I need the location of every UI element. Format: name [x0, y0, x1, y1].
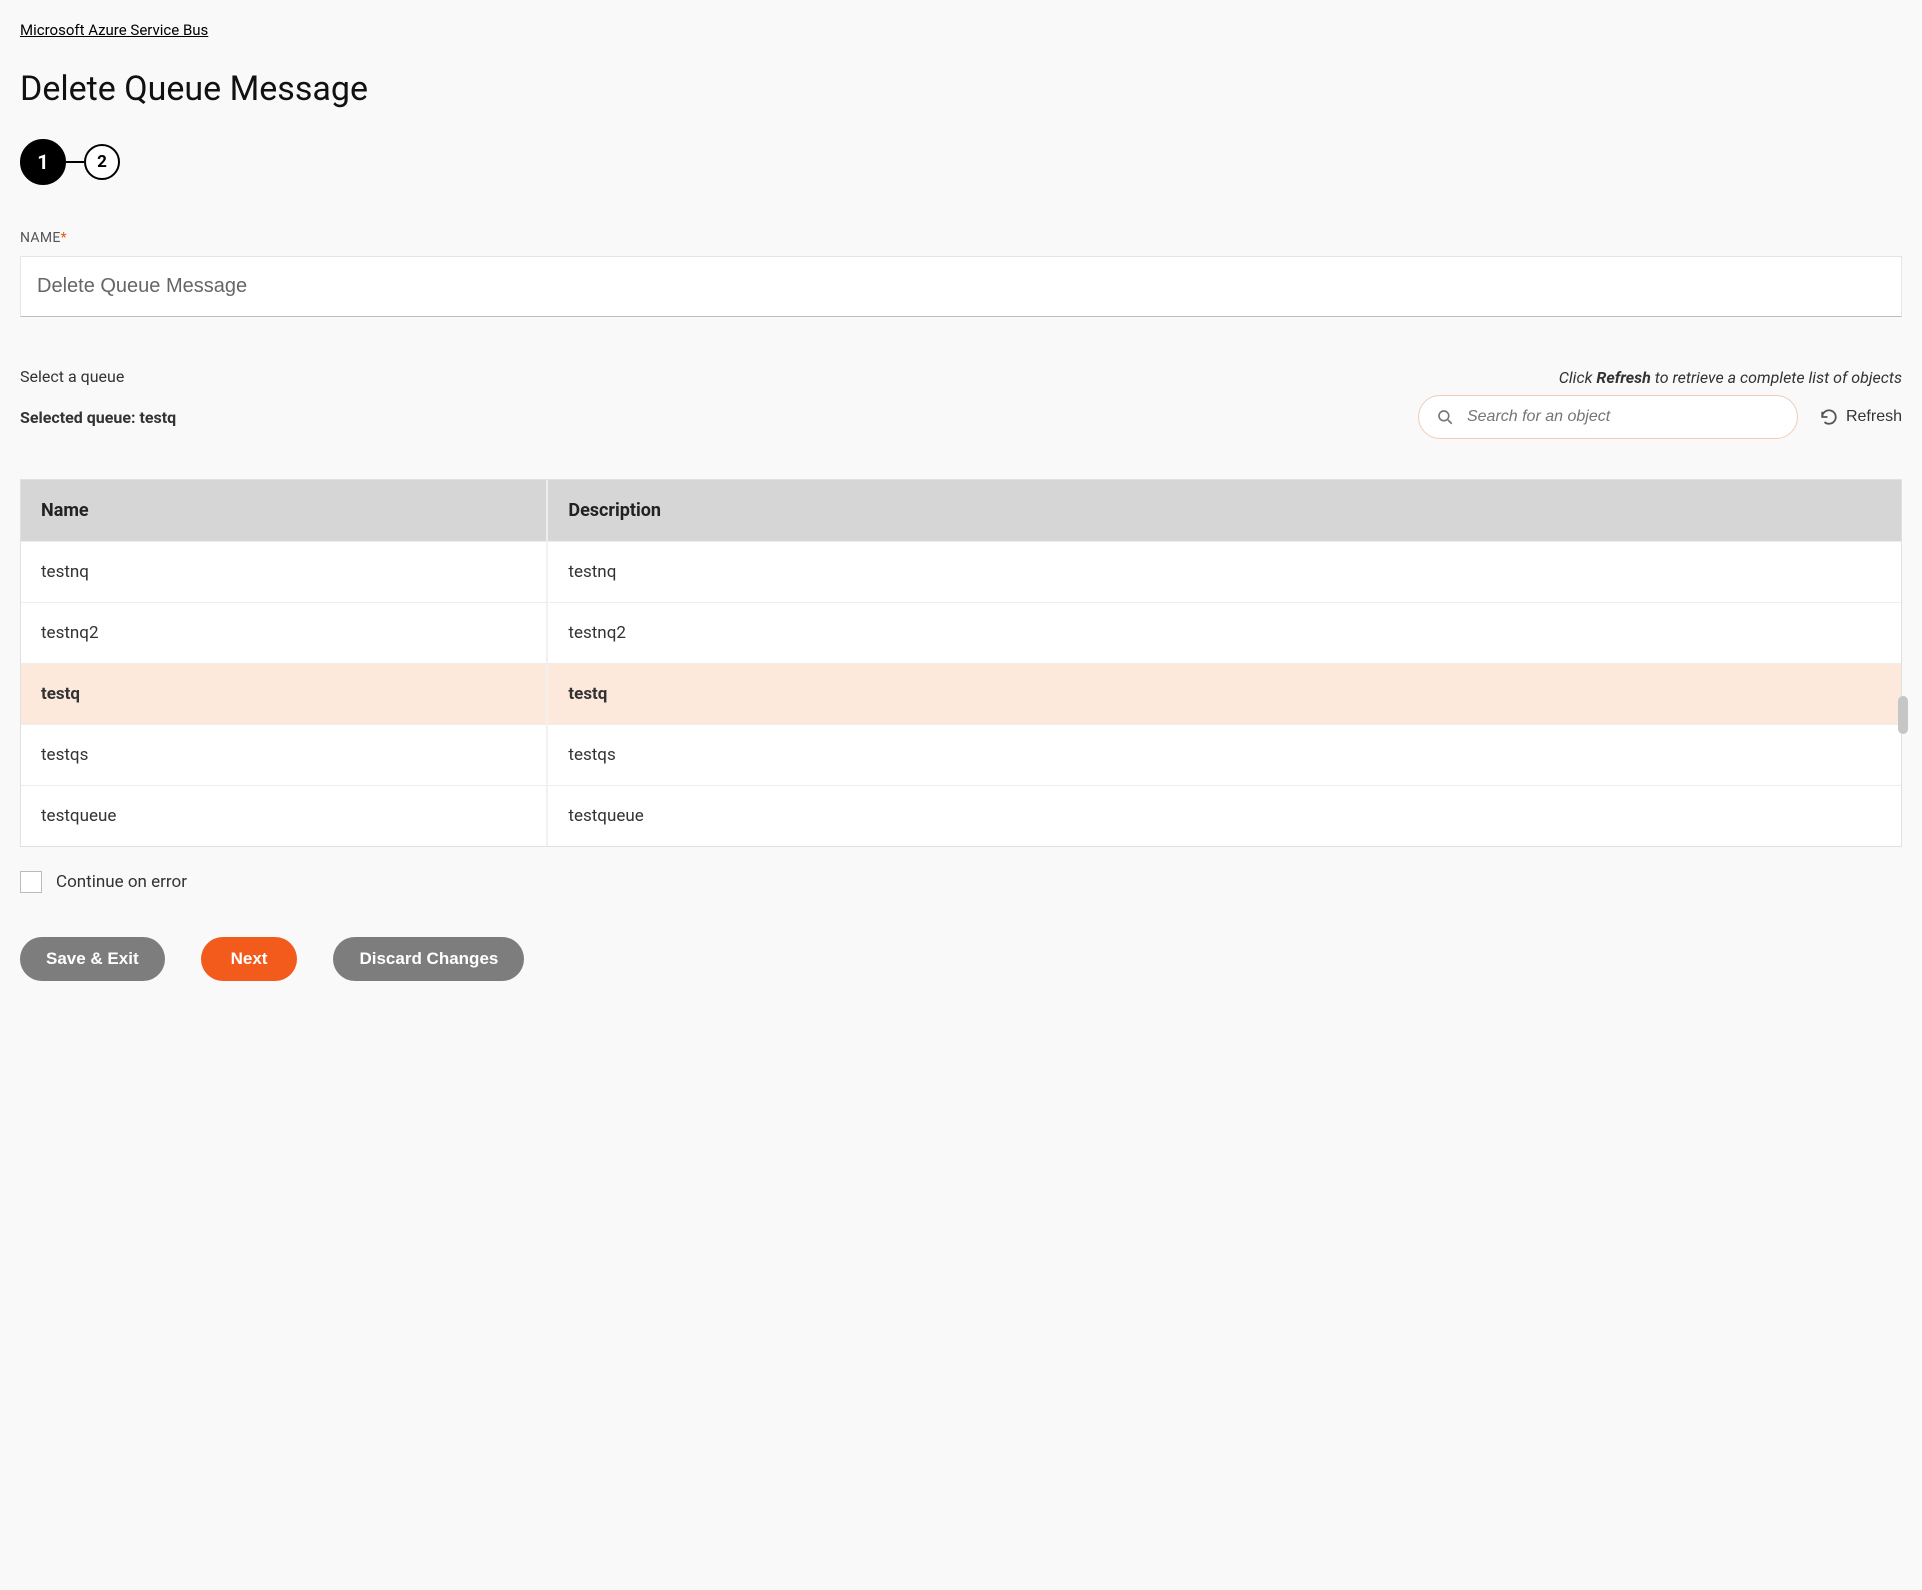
- search-input[interactable]: [1418, 395, 1798, 439]
- cell-name: testqueue: [21, 786, 547, 847]
- table-row[interactable]: testqueuetestqueue: [21, 786, 1901, 847]
- cell-name: testqs: [21, 725, 547, 786]
- name-label: NAME*: [20, 230, 1902, 246]
- next-button[interactable]: Next: [201, 937, 298, 981]
- cell-description: testqs: [547, 725, 1901, 786]
- cell-name: testnq2: [21, 603, 547, 664]
- breadcrumb[interactable]: Microsoft Azure Service Bus: [20, 21, 208, 39]
- save-exit-button[interactable]: Save & Exit: [20, 937, 165, 981]
- cell-description: testnq: [547, 542, 1901, 603]
- refresh-hint: Click Refresh to retrieve a complete lis…: [20, 368, 1902, 387]
- table-row[interactable]: testnqtestnq: [21, 542, 1901, 603]
- step-1[interactable]: 1: [20, 139, 66, 185]
- column-description[interactable]: Description: [547, 480, 1901, 542]
- stepper-connector: [66, 161, 84, 163]
- table-row[interactable]: testqstestqs: [21, 725, 1901, 786]
- continue-on-error-checkbox[interactable]: [20, 871, 42, 893]
- cell-description: testnq2: [547, 603, 1901, 664]
- page-title: Delete Queue Message: [20, 69, 1902, 109]
- selected-queue-label: Selected queue: testq: [20, 408, 176, 427]
- required-asterisk: *: [61, 230, 67, 246]
- cell-name: testq: [21, 664, 547, 725]
- name-input[interactable]: [20, 256, 1902, 317]
- refresh-button[interactable]: Refresh: [1820, 408, 1902, 426]
- search-icon: [1436, 408, 1454, 426]
- stepper: 1 2: [20, 139, 1902, 185]
- continue-on-error-label: Continue on error: [56, 872, 187, 892]
- column-name[interactable]: Name: [21, 480, 547, 542]
- discard-changes-button[interactable]: Discard Changes: [333, 937, 524, 981]
- scrollbar-thumb[interactable]: [1898, 696, 1908, 734]
- table-row[interactable]: testqtestq: [21, 664, 1901, 725]
- refresh-icon: [1820, 408, 1838, 426]
- refresh-label: Refresh: [1846, 408, 1902, 426]
- cell-description: testqueue: [547, 786, 1901, 847]
- cell-name: testnq: [21, 542, 547, 603]
- cell-description: testq: [547, 664, 1901, 725]
- step-2[interactable]: 2: [84, 144, 120, 180]
- table-row[interactable]: testnq2testnq2: [21, 603, 1901, 664]
- queue-table: Name Description testnqtestnqtestnq2test…: [20, 479, 1902, 847]
